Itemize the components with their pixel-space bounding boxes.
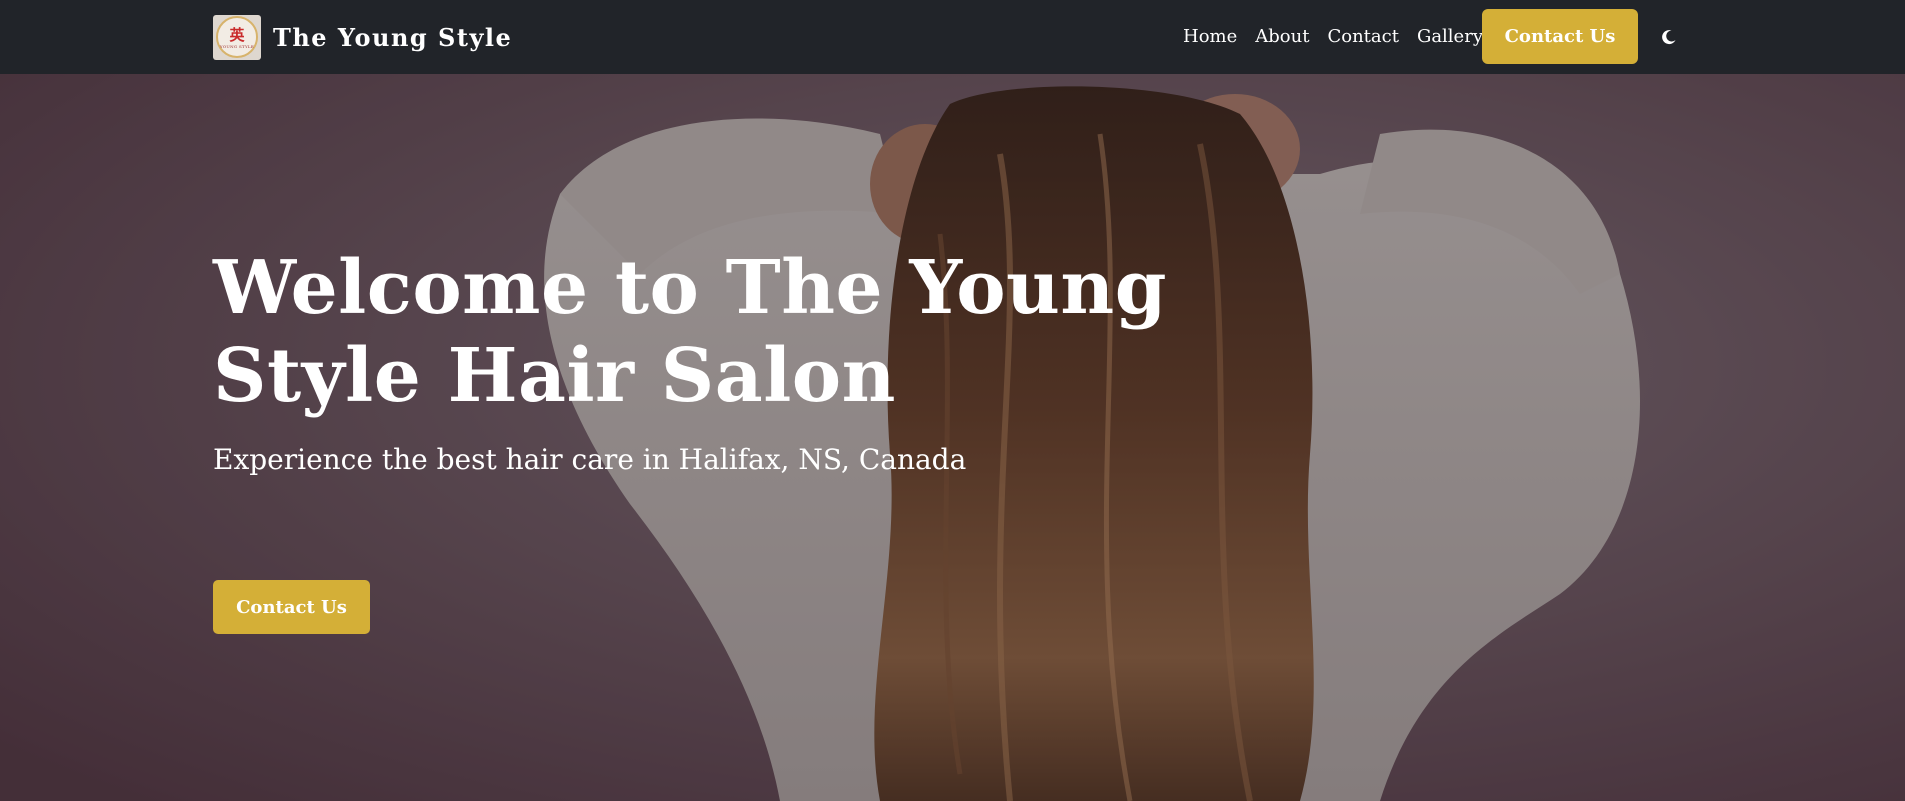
hero-subtitle: Experience the best hair care in Halifax… [213, 443, 967, 476]
theme-toggle-button[interactable] [1658, 26, 1680, 48]
salon-logo[interactable]: 英 YOUNG STYLE [213, 14, 261, 60]
logo-emblem: 英 YOUNG STYLE [216, 16, 258, 58]
hero-contact-us-button[interactable]: Contact Us [213, 580, 370, 634]
hero-section: Welcome to The Young Style Hair Salon Ex… [0, 74, 1905, 801]
nav-contact-us-button[interactable]: Contact Us [1482, 9, 1638, 64]
moon-icon [1662, 30, 1676, 45]
hero-title: Welcome to The Young Style Hair Salon [213, 245, 1167, 419]
navbar: 英 YOUNG STYLE The Young Style Home About… [0, 0, 1905, 74]
hero-content: Welcome to The Young Style Hair Salon Ex… [213, 244, 1213, 634]
nav-link-contact[interactable]: Contact [1327, 25, 1398, 49]
logo-subtext: YOUNG STYLE [219, 44, 255, 49]
nav-link-home[interactable]: Home [1183, 25, 1237, 49]
brand[interactable]: 英 YOUNG STYLE The Young Style [213, 14, 512, 60]
nav-links: Home About Contact Gallery [1183, 25, 1501, 49]
nav-link-gallery[interactable]: Gallery [1417, 25, 1483, 49]
nav-link-about[interactable]: About [1255, 25, 1309, 49]
brand-name[interactable]: The Young Style [273, 23, 512, 52]
logo-character: 英 [229, 25, 245, 44]
